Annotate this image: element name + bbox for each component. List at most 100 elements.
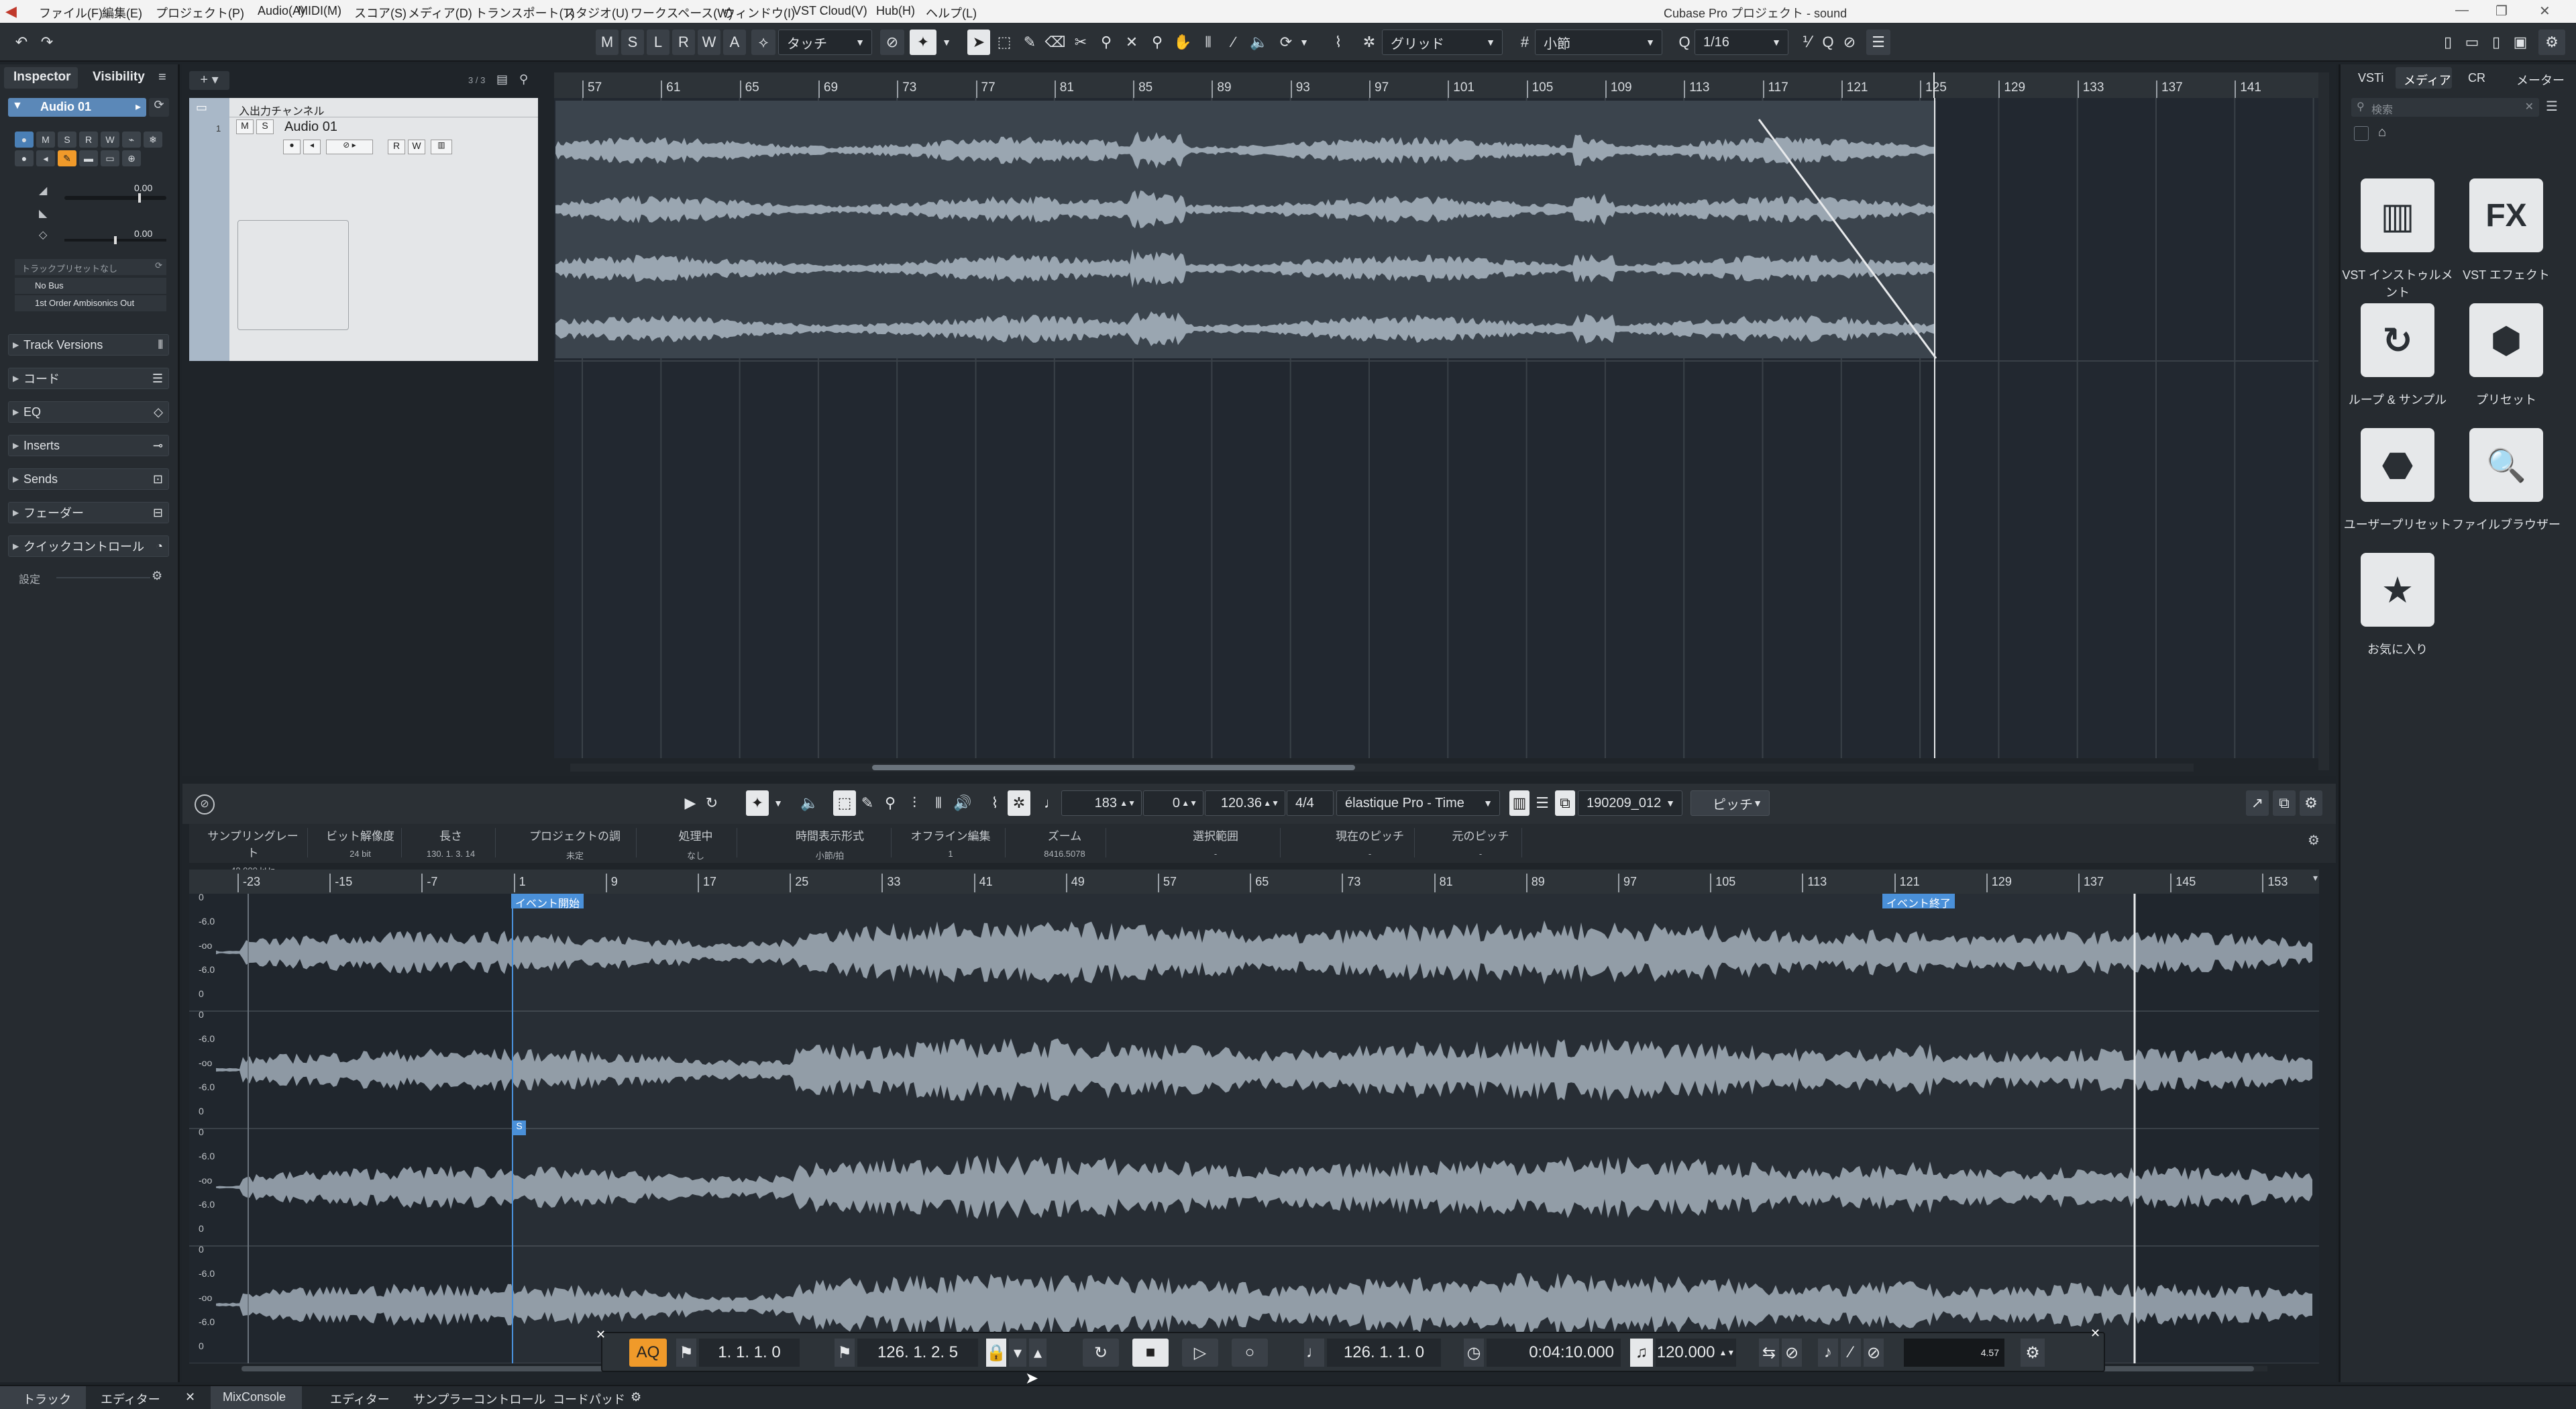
track-solo-button[interactable]: S: [256, 119, 274, 134]
menu-item[interactable]: プロジェクト(P): [156, 4, 244, 21]
menu-item[interactable]: Hub(H): [876, 4, 915, 18]
lock-icon[interactable]: 🔒: [986, 1339, 1006, 1367]
piano-keys-icon[interactable]: ▥: [2361, 178, 2434, 252]
folder-track-label[interactable]: 入出力チャンネル: [239, 102, 325, 118]
track-preset-field[interactable]: トラックプリセットなし ⟳: [15, 259, 166, 275]
track-search-icon[interactable]: ⚲: [519, 72, 528, 87]
tab-editor[interactable]: エディター: [101, 1390, 160, 1408]
snap-on-icon[interactable]: ✲: [1358, 30, 1381, 55]
info-column[interactable]: 時間表示形式 小節/拍: [773, 827, 887, 862]
file-browser-icon[interactable]: 🔍: [2469, 428, 2543, 502]
metronome-icon[interactable]: ♩: [1304, 1339, 1324, 1367]
automation-mode-icon[interactable]: ⟡: [751, 30, 775, 55]
info-settings-icon[interactable]: ⚙: [2308, 832, 2320, 849]
snap-type-select[interactable]: グリッド ▼: [1382, 30, 1503, 55]
info-column[interactable]: 選択範囲 -: [1155, 827, 1276, 859]
media-search-input[interactable]: ⚲ 検索 ✕: [2351, 98, 2539, 117]
tab-editor-2[interactable]: エディター: [330, 1390, 390, 1408]
time-display-icon[interactable]: ◷: [1464, 1339, 1484, 1367]
track-timebase-button[interactable]: ⊘ ▸: [326, 140, 373, 154]
track-list-view-icon[interactable]: ▤: [496, 72, 508, 87]
punch-in-icon[interactable]: ▾: [1009, 1339, 1026, 1367]
output-routing[interactable]: 1st Order Ambisonics Out: [15, 295, 166, 311]
state-button-m[interactable]: M: [596, 30, 619, 55]
media-item-label[interactable]: VST インストゥルメント: [2341, 266, 2455, 301]
range-select-icon[interactable]: ⬚: [993, 30, 1016, 55]
menu-item[interactable]: ウィンドウ(I): [723, 4, 795, 21]
editor-file-icon[interactable]: ⧉: [1555, 790, 1575, 816]
track-write-button[interactable]: W: [408, 140, 425, 154]
inspector-write-button[interactable]: W: [101, 132, 119, 148]
auto-scroll-dropdown[interactable]: ▼: [938, 30, 955, 55]
hexagons-icon[interactable]: ⬢: [2469, 303, 2543, 377]
menu-item[interactable]: スタジオ(U): [564, 4, 629, 21]
object-select-icon[interactable]: ➤: [967, 30, 990, 55]
editor-window-icon[interactable]: ⧉: [2273, 790, 2296, 816]
editor-value2-field[interactable]: 0 ▲▼: [1143, 790, 1203, 816]
editor-scrub-icon[interactable]: ⫶: [904, 790, 924, 816]
play-tool-icon[interactable]: 🔈: [1248, 30, 1271, 55]
tab-meter[interactable]: メーター: [2516, 71, 2565, 89]
punch-out-icon[interactable]: ▴: [1029, 1339, 1046, 1367]
layout-left-icon[interactable]: ▯: [2436, 30, 2459, 55]
state-button-w[interactable]: W: [698, 30, 720, 55]
section-chords[interactable]: コード ☰: [8, 368, 169, 389]
editor-gear-icon[interactable]: ⚙: [2300, 790, 2322, 816]
menu-item[interactable]: トランスポート(T): [475, 4, 575, 21]
editor-warp-icon[interactable]: ⫴: [928, 790, 949, 816]
tab-sampler-control[interactable]: サンプラーコントロール: [413, 1390, 545, 1408]
menu-item[interactable]: スコア(S): [354, 4, 407, 21]
maximize-button[interactable]: ❐: [2496, 3, 2522, 19]
menu-item[interactable]: メディア(D): [408, 4, 472, 21]
media-item-label[interactable]: プリセット: [2449, 390, 2563, 408]
menu-item[interactable]: ファイル(F): [39, 4, 103, 21]
left-locator-field[interactable]: 1. 1. 1. 0: [699, 1339, 800, 1367]
folder-icon[interactable]: ▭: [196, 101, 207, 115]
media-checkbox[interactable]: [2354, 126, 2369, 141]
section-sends[interactable]: Sends ⊡: [8, 468, 169, 490]
left-locator-icon[interactable]: ⚑: [676, 1339, 696, 1367]
color-dropdown[interactable]: ▼: [1297, 30, 1311, 55]
state-button-l[interactable]: L: [647, 30, 669, 55]
inspector-menu-icon[interactable]: ≡: [158, 70, 166, 85]
tab-media[interactable]: メディア: [2404, 71, 2451, 89]
editor-ruler-dropdown[interactable]: ▾: [2313, 872, 2318, 884]
transport-close-icon[interactable]: ✕: [596, 1328, 606, 1342]
info-column[interactable]: ビット解像度 24 bit: [323, 827, 397, 859]
editor-audition-icon[interactable]: 🔊: [953, 790, 973, 816]
track-mute-button[interactable]: M: [236, 119, 254, 134]
right-locator-icon[interactable]: ⚑: [835, 1339, 855, 1367]
fx-icon[interactable]: FX: [2469, 178, 2543, 252]
snap-zero-icon[interactable]: ⌇: [1327, 30, 1350, 55]
quantize-panel-icon[interactable]: ☰: [1866, 30, 1890, 55]
inspector-lanes-button[interactable]: ▭: [101, 150, 119, 166]
track-read-button[interactable]: R: [388, 140, 405, 154]
position-bars-field[interactable]: 126. 1. 1. 0: [1327, 1339, 1441, 1367]
tab-tracks[interactable]: トラック: [23, 1390, 71, 1408]
right-locator-field[interactable]: 126. 1. 2. 5: [857, 1339, 978, 1367]
monitor-button[interactable]: ●: [15, 132, 34, 148]
event-end-tag[interactable]: イベント終了: [1882, 894, 1955, 910]
loop-icon[interactable]: ↻: [2361, 303, 2434, 377]
inspector-edit-button[interactable]: ⌁: [122, 132, 141, 148]
waveform-display[interactable]: 0 -6.0 -oo -6.0 0 0 -6.0 -oo -6.0 0 0 -6.0 -oo -6.0 0 0…: [189, 894, 2319, 1363]
layout-bottom-icon[interactable]: ▭: [2461, 30, 2483, 55]
record-button[interactable]: ○: [1232, 1339, 1268, 1367]
arrange-view[interactable]: [554, 98, 2318, 758]
event-background[interactable]: [555, 101, 1936, 358]
inspector-freeze-button[interactable]: ❄: [144, 132, 162, 148]
glue-icon[interactable]: ⚲: [1095, 30, 1118, 55]
info-column[interactable]: サンプリングレート48.000 kHz: [203, 827, 303, 876]
grid-icon[interactable]: #: [1515, 30, 1535, 55]
info-column[interactable]: 現在のピッチ -: [1330, 827, 1410, 859]
play-button[interactable]: ▷: [1182, 1339, 1218, 1367]
sample-marker-s[interactable]: S: [513, 1120, 526, 1135]
volume-value[interactable]: 0.00: [134, 182, 152, 193]
preroll-icon[interactable]: ⊘: [880, 30, 904, 55]
media-list-view-icon[interactable]: ☰: [2546, 98, 2558, 115]
undo-icon[interactable]: ↶: [9, 30, 34, 55]
track-monitor-button[interactable]: ◂: [303, 140, 321, 154]
volume-fader[interactable]: [64, 193, 166, 203]
cycle-button[interactable]: ↻: [1083, 1339, 1119, 1367]
event-region[interactable]: [513, 894, 2136, 1363]
